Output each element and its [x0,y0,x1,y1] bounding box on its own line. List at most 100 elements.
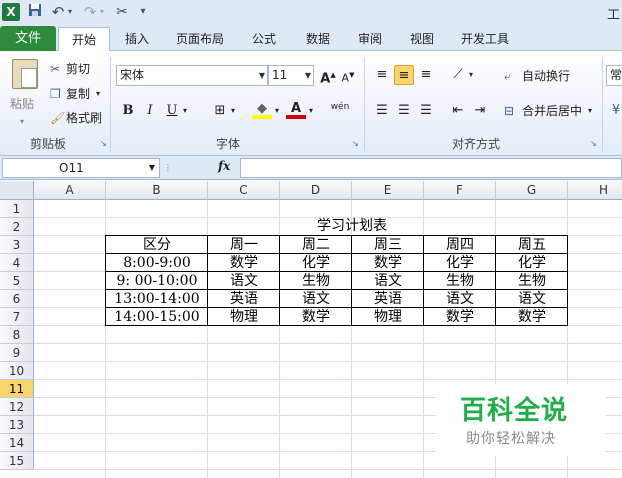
undo-dropdown-icon[interactable]: ▾ [66,3,74,21]
table-header-cell[interactable]: 周五 [496,236,568,254]
alignment-launcher-icon[interactable]: ↘ [590,139,597,148]
row-header[interactable]: 9 [0,344,34,362]
redo-dropdown-icon[interactable]: ▾ [98,3,106,21]
align-right-icon[interactable]: ☰ [416,101,436,121]
underline-button[interactable]: U [162,101,182,121]
table-cell[interactable]: 数学 [280,308,352,326]
copy-dropdown-icon[interactable]: ▾ [96,85,100,103]
sheet-title[interactable]: 学习计划表 [280,217,424,235]
undo-button[interactable]: ↶ [50,3,66,21]
formula-input[interactable] [240,158,622,178]
chevron-down-icon[interactable]: ▼ [149,159,155,177]
number-format-combo[interactable]: 常 [606,65,622,86]
row-header[interactable]: 1 [0,200,34,218]
table-cell[interactable]: 英语 [352,290,424,308]
underline-dropdown-icon[interactable]: ▾ [180,101,190,121]
bold-button[interactable]: B [118,101,138,121]
table-cell[interactable]: 语文 [280,290,352,308]
copy-button[interactable]: 复制 [66,85,90,103]
table-header-cell[interactable]: 周三 [352,236,424,254]
tab-developer[interactable]: 开发工具 [450,27,520,51]
clipboard-launcher-icon[interactable]: ↘ [100,139,107,148]
paste-icon[interactable] [12,59,38,89]
tools-icon[interactable]: ✂ [112,3,132,21]
table-cell[interactable]: 物理 [208,308,280,326]
wrap-text-icon[interactable]: ⤶ [504,67,511,85]
row-header[interactable]: 12 [0,398,34,416]
row-header[interactable]: 6 [0,290,34,308]
formula-bar-handle-icon[interactable]: ⁝ [166,159,170,177]
row-header[interactable]: 14 [0,434,34,452]
customize-toolbar-button[interactable]: ▾ [138,3,148,21]
table-cell[interactable]: 生物 [280,272,352,290]
wrap-text-button[interactable]: 自动换行 [522,67,570,85]
font-size-combo[interactable]: 11 ▼ [268,65,314,86]
table-cell[interactable]: 化学 [424,254,496,272]
table-cell[interactable]: 8:00-9:00 [106,254,208,272]
table-header-cell[interactable]: 周二 [280,236,352,254]
fill-color-dropdown-icon[interactable]: ▾ [272,101,282,121]
table-cell[interactable]: 语文 [496,290,568,308]
row-header[interactable]: 5 [0,272,34,290]
align-left-icon[interactable]: ☰ [372,101,392,121]
orientation-dropdown-icon[interactable]: ▾ [466,65,476,85]
increase-indent-icon[interactable]: ⇥ [470,101,490,121]
table-cell[interactable]: 数学 [352,254,424,272]
row-header[interactable]: 2 [0,218,34,236]
merge-center-dropdown-icon[interactable]: ▾ [588,102,592,120]
fill-color-icon[interactable]: ◆ [252,99,272,119]
font-color-dropdown-icon[interactable]: ▾ [306,101,316,121]
chevron-down-icon[interactable]: ▼ [305,66,311,85]
font-launcher-icon[interactable]: ↘ [352,139,359,148]
merge-center-button[interactable]: 合并后居中 [522,102,582,120]
increase-font-size-icon[interactable]: A▲ [318,65,338,86]
table-cell[interactable]: 14:00-15:00 [106,308,208,326]
column-header[interactable]: F [424,181,496,200]
column-header[interactable]: C [208,181,280,200]
format-painter-icon[interactable]: 🖌 [50,109,65,127]
column-header[interactable]: D [280,181,352,200]
table-cell[interactable]: 化学 [496,254,568,272]
table-header-cell[interactable]: 周一 [208,236,280,254]
borders-icon[interactable]: ⊞ [210,101,230,121]
font-name-combo[interactable]: 宋体 ▼ [116,65,268,86]
table-cell[interactable]: 数学 [424,308,496,326]
align-center-icon[interactable]: ☰ [394,101,414,121]
table-cell[interactable]: 生物 [424,272,496,290]
redo-button[interactable]: ↷ [82,3,98,21]
table-header-cell[interactable]: 周四 [424,236,496,254]
row-header[interactable]: 10 [0,362,34,380]
table-cell[interactable]: 生物 [496,272,568,290]
italic-button[interactable]: I [140,101,160,121]
table-cell[interactable]: 数学 [208,254,280,272]
row-header[interactable]: 7 [0,308,34,326]
table-cell[interactable]: 语文 [208,272,280,290]
tab-view[interactable]: 视图 [398,27,446,51]
paste-dropdown-icon[interactable]: ▾ [20,113,24,131]
font-color-icon[interactable]: A [286,99,306,119]
name-box[interactable]: O11 ▼ [2,158,160,178]
tab-page-layout[interactable]: 页面布局 [166,27,234,51]
table-cell[interactable]: 语文 [352,272,424,290]
row-header[interactable]: 11 [0,380,34,398]
tab-formulas[interactable]: 公式 [240,27,288,51]
select-all-corner[interactable] [0,181,34,200]
row-header[interactable]: 13 [0,416,34,434]
tab-file[interactable]: 文件 [0,26,56,51]
table-cell[interactable]: 语文 [424,290,496,308]
row-header[interactable]: 8 [0,326,34,344]
tab-review[interactable]: 审阅 [346,27,394,51]
table-cell[interactable]: 9: 00-10:00 [106,272,208,290]
insert-function-button[interactable]: fx [218,159,230,173]
align-top-icon[interactable]: ≡ [372,65,392,85]
column-header[interactable]: E [352,181,424,200]
column-header[interactable]: G [496,181,568,200]
table-cell[interactable]: 化学 [280,254,352,272]
row-header[interactable]: 3 [0,236,34,254]
tab-data[interactable]: 数据 [294,27,342,51]
column-header[interactable]: A [34,181,106,200]
merge-center-icon[interactable]: ⊟ [504,102,514,120]
currency-icon[interactable]: ¥ [606,101,622,121]
chevron-down-icon[interactable]: ▼ [259,66,265,85]
row-header[interactable]: 15 [0,452,34,470]
